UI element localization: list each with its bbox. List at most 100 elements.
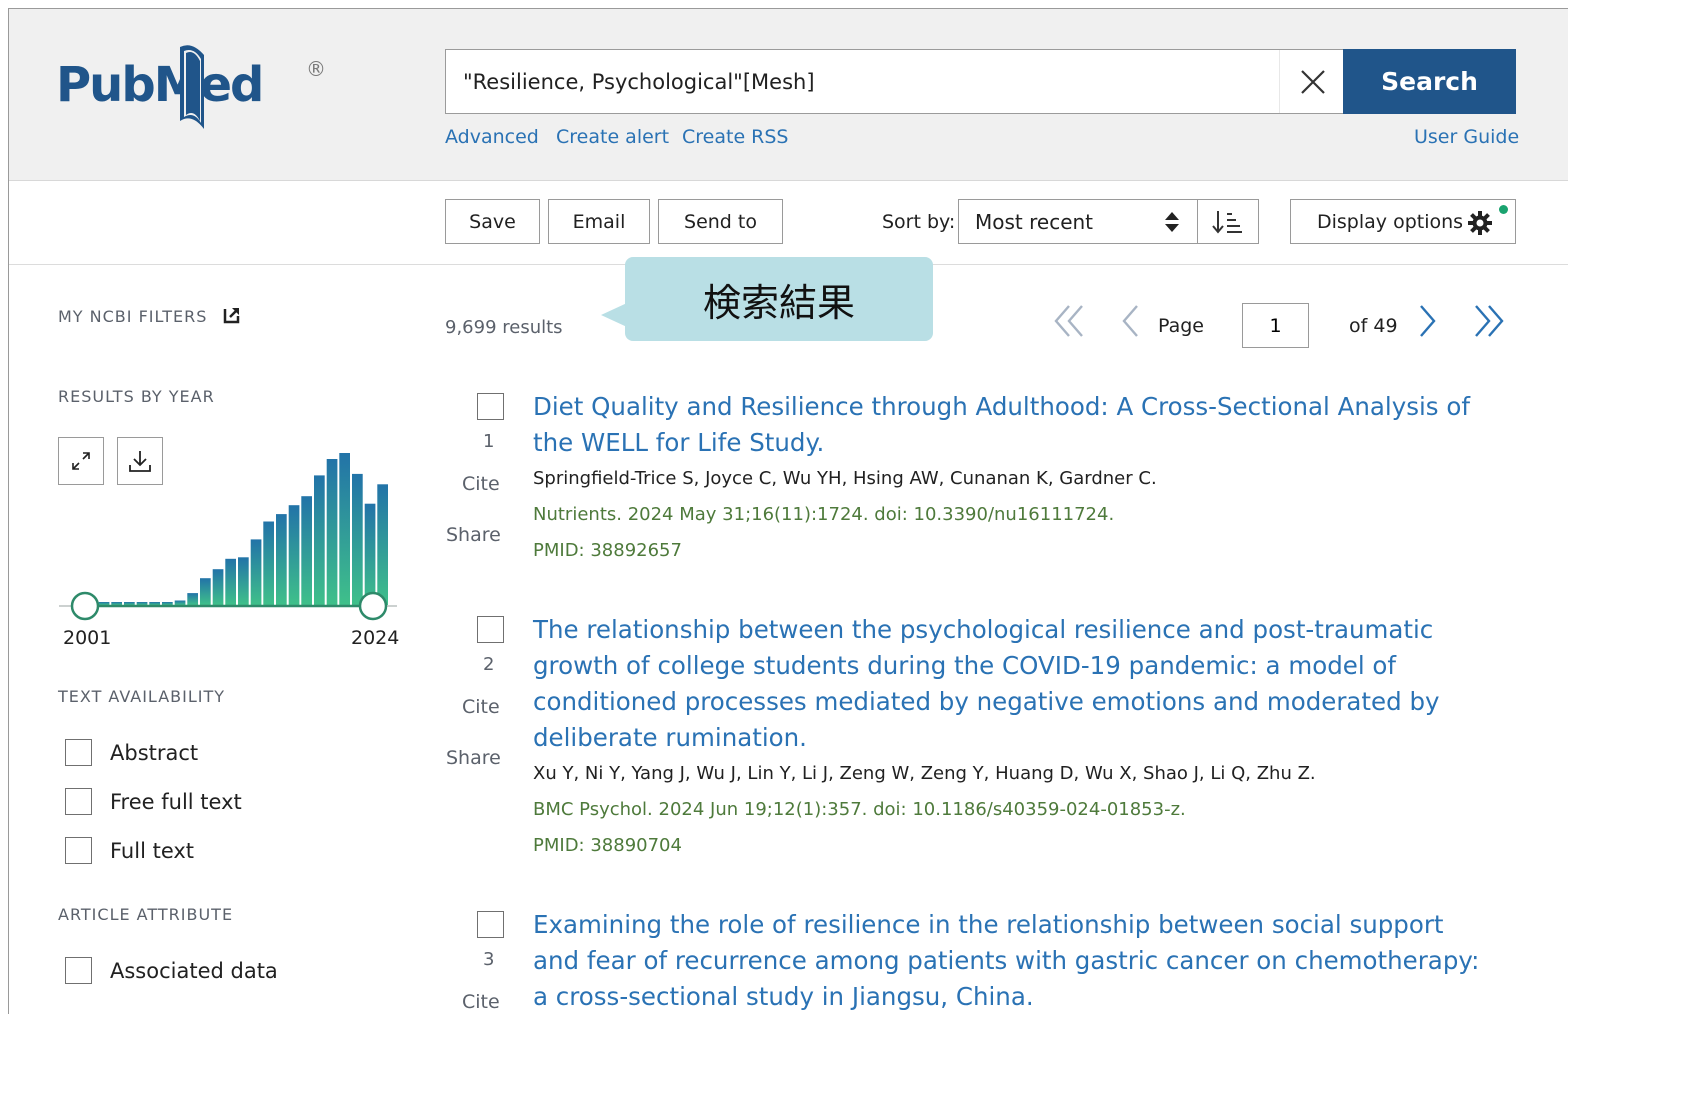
search-bar (445, 49, 1345, 114)
checkbox[interactable] (65, 739, 92, 766)
result-title-link[interactable]: The relationship between the psychologic… (533, 612, 1493, 756)
sort-descending-icon (1212, 210, 1242, 234)
advanced-link[interactable]: Advanced (445, 126, 539, 148)
result-citation: Nutrients. 2024 May 31;16(11):1724. doi:… (533, 504, 1115, 525)
year-bar-2005[interactable] (136, 602, 148, 605)
year-bar-2014[interactable] (250, 539, 262, 605)
share-button[interactable]: Share (446, 524, 501, 546)
display-options-label: Display options (1317, 210, 1464, 233)
filter-label: Full text (110, 838, 195, 863)
year-start-label: 2001 (63, 627, 111, 649)
filter-label: Free full text (110, 789, 242, 814)
result-title-link[interactable]: Diet Quality and Resilience through Adul… (533, 389, 1493, 461)
results-by-year-heading: RESULTS BY YEAR (58, 387, 215, 406)
annotation-callout: 検索結果 (625, 257, 933, 341)
previous-page-icon[interactable] (1119, 303, 1143, 339)
cite-button[interactable]: Cite (462, 991, 500, 1013)
year-bar-2018[interactable] (301, 496, 312, 605)
result-pmid: PMID: 38890704 (533, 835, 682, 856)
filter-associated-data[interactable]: Associated data (65, 957, 278, 984)
year-bar-2015[interactable] (263, 521, 274, 606)
article-attribute-heading: ARTICLE ATTRIBUTE (58, 905, 234, 924)
result-number: 2 (483, 654, 495, 675)
filter-free-full-text[interactable]: Free full text (65, 788, 242, 815)
cite-button[interactable]: Cite (462, 696, 500, 718)
filter-label: Abstract (110, 740, 199, 765)
search-input[interactable] (446, 50, 1276, 113)
first-page-icon[interactable] (1053, 303, 1087, 339)
year-bar-2011[interactable] (212, 569, 224, 605)
result-checkbox[interactable] (477, 393, 504, 420)
close-icon (1300, 69, 1325, 94)
pubmed-window: PubMed ® Search Advanced Create alert Cr… (8, 8, 1568, 1014)
year-bar-2013[interactable] (238, 557, 249, 605)
year-end-label: 2024 (351, 627, 399, 649)
registered-mark: ® (306, 57, 326, 81)
result-title-link[interactable]: Examining the role of resilience in the … (533, 907, 1493, 1014)
my-ncbi-filters-heading: MY NCBI FILTERS (58, 307, 208, 326)
page-total: of 49 (1349, 315, 1398, 337)
clear-search-button[interactable] (1279, 50, 1345, 113)
checkbox[interactable] (65, 837, 92, 864)
year-bar-2022[interactable] (352, 473, 363, 605)
year-bar-2023[interactable] (364, 503, 376, 605)
status-dot (1499, 205, 1508, 214)
filter-label: Associated data (110, 958, 278, 983)
year-bar-2010[interactable] (200, 578, 211, 605)
year-bar-2004[interactable] (124, 602, 135, 605)
result-citation: BMC Psychol. 2024 Jun 19;12(1):357. doi:… (533, 799, 1186, 820)
logo-text: PubMed (56, 57, 264, 113)
send-to-button[interactable]: Send to (658, 199, 783, 244)
sort-order-button[interactable] (1197, 199, 1259, 244)
year-bar-2019[interactable] (314, 475, 325, 605)
year-bar-2007[interactable] (162, 602, 173, 605)
filter-full-text[interactable]: Full text (65, 837, 194, 864)
checkbox[interactable] (65, 957, 92, 984)
last-page-icon[interactable] (1471, 303, 1505, 339)
create-rss-link[interactable]: Create RSS (682, 126, 789, 148)
results-toolbar: Save Email Send to Sort by: Most recent … (9, 181, 1568, 265)
year-bar-2017[interactable] (288, 505, 300, 605)
year-bar-2006[interactable] (149, 602, 160, 605)
external-link-icon[interactable] (222, 305, 242, 325)
year-bar-2012[interactable] (225, 558, 236, 605)
page-number-input[interactable] (1242, 303, 1309, 348)
filter-abstract[interactable]: Abstract (65, 739, 198, 766)
result-number: 1 (483, 431, 495, 452)
result-authors: Springfield-Trice S, Joyce C, Wu YH, Hsi… (533, 468, 1157, 489)
range-start-handle[interactable] (70, 591, 100, 621)
checkbox[interactable] (65, 788, 92, 815)
book-icon (180, 45, 204, 130)
user-guide-link[interactable]: User Guide (1414, 126, 1519, 148)
create-alert-link[interactable]: Create alert (556, 126, 669, 148)
year-bar-2003[interactable] (111, 602, 122, 605)
sort-value: Most recent (975, 209, 1094, 234)
result-checkbox[interactable] (477, 911, 504, 938)
year-bar-2021[interactable] (339, 453, 350, 605)
year-bar-2024[interactable] (377, 484, 388, 605)
result-authors: Xu Y, Ni Y, Yang J, Wu J, Lin Y, Li J, Z… (533, 763, 1316, 784)
cite-button[interactable]: Cite (462, 473, 500, 495)
select-arrows-icon (1165, 212, 1179, 232)
result-pmid: PMID: 38892657 (533, 540, 682, 561)
email-button[interactable]: Email (548, 199, 650, 244)
callout-tail (601, 303, 627, 327)
year-bar-2016[interactable] (276, 514, 287, 605)
year-bar-2020[interactable] (326, 459, 338, 605)
sort-label: Sort by: (882, 211, 956, 233)
next-page-icon[interactable] (1415, 303, 1439, 339)
year-bar-2008[interactable] (174, 600, 186, 606)
search-button[interactable]: Search (1343, 49, 1516, 114)
pubmed-logo[interactable]: PubMed ® (56, 43, 346, 143)
range-end-handle[interactable] (358, 591, 388, 621)
results-by-year-chart[interactable]: 2001 2024 (49, 429, 409, 649)
year-bar-2009[interactable] (187, 593, 198, 605)
result-number: 3 (483, 949, 495, 970)
year-bar-2002[interactable] (98, 602, 110, 605)
sort-select[interactable]: Most recent (958, 199, 1198, 244)
result-checkbox[interactable] (477, 616, 504, 643)
gear-icon (1468, 211, 1492, 235)
save-button[interactable]: Save (445, 199, 540, 244)
share-button[interactable]: Share (446, 747, 501, 769)
display-options-button[interactable]: Display options (1290, 199, 1516, 244)
